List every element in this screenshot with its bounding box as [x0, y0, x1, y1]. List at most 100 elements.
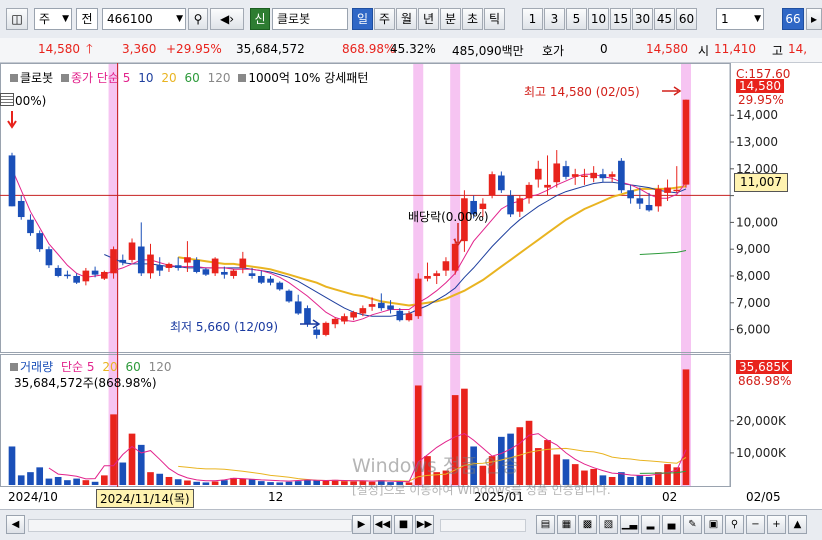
stock-chart[interactable]: 14,00013,00012,00010,0009,0008,0007,0006… — [0, 63, 822, 509]
fast-forward-icon[interactable]: ▶▶ — [415, 515, 434, 534]
stock-code-input[interactable]: 466100 ▼ — [102, 8, 186, 30]
candle-body — [184, 257, 191, 263]
interval-button-2[interactable]: 5 — [566, 8, 587, 30]
interval-button-0[interactable]: 1 — [522, 8, 543, 30]
activation-watermark-text: [설정]으로 이동하여 Windows를 정품 인증합니다. — [352, 483, 611, 497]
chart-style-icon[interactable]: ▄ — [662, 515, 681, 534]
prefix-label[interactable]: 전 — [76, 8, 98, 30]
turnover-rate: 45.32% — [390, 42, 436, 56]
grid-icon[interactable]: ▩ — [578, 515, 597, 534]
horizontal-scrollbar[interactable] — [28, 519, 352, 532]
price-tick-label: 9,000 — [736, 242, 770, 256]
volume-legend-title: 거래량 — [20, 360, 54, 374]
candle-body — [387, 305, 394, 310]
candle-body — [36, 233, 44, 250]
dividend-annotation: 배당락(0.00%) — [408, 210, 489, 224]
volume-current-tag: 35,685K — [736, 360, 792, 374]
chart-area[interactable]: 14,000 13,000 12,000 10,000 9,000 8,000 7,000 6… — [0, 63, 822, 509]
candle-body — [174, 265, 182, 268]
drawing-tool-icon[interactable]: ✎ — [683, 515, 702, 534]
bar-chart-icon[interactable]: ▁▃ — [620, 515, 639, 534]
candle-body — [119, 259, 127, 263]
candle-body — [618, 160, 625, 191]
search-icon[interactable]: ⚲ — [188, 8, 208, 30]
play-icon[interactable]: ▶ — [352, 515, 371, 534]
candle-body — [147, 254, 154, 274]
scroll-up-icon[interactable]: ▲ — [788, 515, 807, 534]
volume-ma-type: 단순 — [60, 360, 84, 374]
candle-body — [673, 189, 681, 192]
candle-body — [165, 263, 173, 268]
date-label-2024-10: 2024/10 — [8, 490, 58, 504]
layout-split-icon[interactable]: ▦ — [557, 515, 576, 534]
period-mode-select[interactable]: 주 ▼ — [34, 8, 72, 30]
period-tab-3[interactable]: 년 — [418, 8, 439, 30]
candle-body — [359, 308, 367, 314]
interval-button-4[interactable]: 15 — [610, 8, 631, 30]
candle-body — [91, 270, 99, 275]
period-tab-5[interactable]: 초 — [462, 8, 483, 30]
period-tab-4[interactable]: 분 — [440, 8, 461, 30]
legend-square-icon — [10, 363, 18, 371]
price-change: 3,360 — [122, 42, 157, 56]
interval-value: 1 — [721, 12, 729, 26]
candle-body — [221, 271, 228, 275]
period-mode-value: 주 — [39, 12, 51, 26]
volume-bar — [128, 433, 136, 485]
legend-ma120: 120 — [207, 71, 231, 85]
rewind-icon[interactable]: ◀◀ — [373, 515, 392, 534]
left-percent-value: 00%) — [15, 94, 47, 108]
candle-body — [331, 318, 339, 325]
volume-bar — [341, 481, 348, 485]
high-value: 14, — [788, 42, 808, 56]
candle-body — [368, 304, 376, 307]
chart-type-icon[interactable]: ▂ — [641, 515, 660, 534]
candle-body — [276, 282, 284, 290]
stop-icon[interactable]: ■ — [394, 515, 413, 534]
low-annotation: 최저 5,660 (12/09) — [170, 320, 279, 334]
interval-button-1[interactable]: 3 — [544, 8, 565, 30]
volume-bar — [636, 475, 644, 485]
interval-button-6[interactable]: 45 — [654, 8, 675, 30]
chart-window-icon[interactable]: ◫ — [6, 8, 28, 30]
scroll-left-icon[interactable]: ◀ — [6, 515, 25, 534]
volume-bar — [64, 480, 71, 485]
crosshair-date-tag: 2024/11/14(목) — [96, 489, 194, 508]
candle-body — [645, 204, 653, 211]
stock-name-display: 클로봇 — [272, 8, 348, 30]
interval-input[interactable]: 1 ▼ — [716, 8, 764, 30]
volume-bar — [184, 480, 191, 485]
volume-bar — [239, 478, 247, 485]
period-tab-0[interactable]: 일 — [352, 8, 373, 30]
candle-body — [101, 271, 108, 279]
period-tab-6[interactable]: 틱 — [484, 8, 505, 30]
volume-bar — [248, 479, 256, 485]
interval-button-7[interactable]: 60 — [676, 8, 697, 30]
overlay-icon[interactable]: ▣ — [704, 515, 723, 534]
table-grid-icon[interactable]: ▧ — [599, 515, 618, 534]
candle-body — [553, 163, 561, 183]
candle-body — [248, 273, 256, 276]
price-tick-label: 6,000 — [736, 323, 770, 337]
period-tab-1[interactable]: 주 — [374, 8, 395, 30]
layout-icon[interactable]: ▤ — [536, 515, 555, 534]
volume-bar — [17, 475, 25, 485]
volume-bar — [101, 475, 108, 485]
zoom-out-icon[interactable]: − — [746, 515, 765, 534]
count-field[interactable]: 66 — [782, 8, 804, 30]
scroll-right-icon[interactable]: ▸ — [806, 8, 822, 30]
speed-slider[interactable] — [440, 519, 526, 532]
zoom-icon[interactable]: ⚲ — [725, 515, 744, 534]
volume-bar — [322, 480, 330, 485]
date-label-02: 02 — [662, 490, 678, 504]
speaker-icon[interactable]: ◀› — [210, 8, 244, 30]
interval-button-3[interactable]: 10 — [588, 8, 609, 30]
zoom-in-icon[interactable]: + — [767, 515, 786, 534]
price-tick-label: 14,000 — [736, 108, 778, 122]
chevron-down-icon: ▼ — [754, 14, 761, 24]
interval-button-5[interactable]: 30 — [632, 8, 653, 30]
quote-row: 14,580 🡑 3,360 +29.95% 35,684,572 868.98… — [0, 38, 822, 63]
volume-bar — [645, 476, 653, 485]
up-arrow-icon: 🡑 — [86, 42, 93, 57]
period-tab-2[interactable]: 월 — [396, 8, 417, 30]
